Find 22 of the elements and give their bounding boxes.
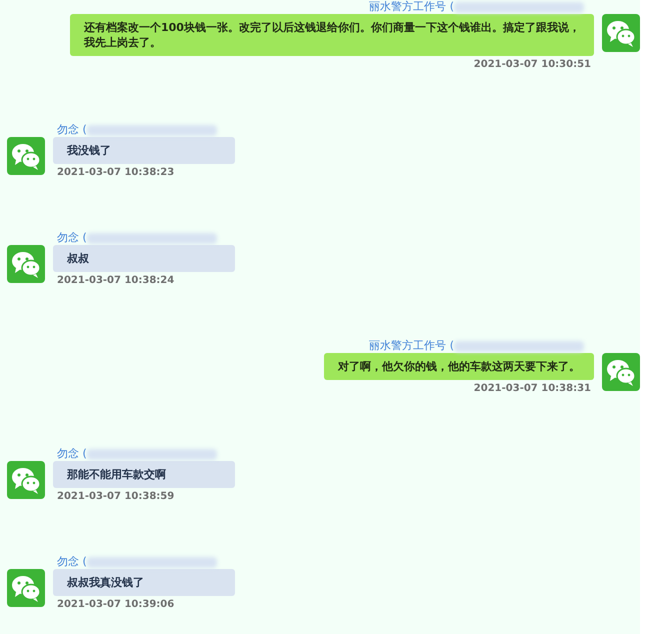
message-time: 2021-03-07 10:38:23 bbox=[56, 166, 174, 179]
message-bubble: 还有档案改一个100块钱一张。改完了以后这钱退给你们。你们商量一下这个钱谁出。搞定了跟我说，我先上岗去了。 bbox=[70, 14, 594, 56]
message-time: 2021-03-07 10:39:06 bbox=[56, 598, 174, 611]
sender-name: 勿念 ( bbox=[57, 554, 87, 570]
message-bubble: 那能不能用车款交啊 bbox=[53, 461, 235, 488]
sender-name: 勿念 ( bbox=[57, 446, 87, 462]
chat-app-avatar-icon bbox=[7, 245, 45, 283]
message-bubble: 对了啊，他欠你的钱，他的车款这两天要下来了。 bbox=[324, 353, 594, 380]
message-bubble: 我没钱了 bbox=[53, 137, 235, 164]
message-bubble: 叔叔我真没钱了 bbox=[53, 569, 235, 596]
sender-name: 勿念 ( bbox=[57, 122, 87, 138]
sender-name: 勿念 ( bbox=[57, 230, 87, 246]
message-time: 2021-03-07 10:38:59 bbox=[56, 490, 174, 503]
message-time: 2021-03-07 10:38:24 bbox=[56, 274, 174, 287]
chat-app-avatar-icon bbox=[7, 461, 45, 499]
message-time: 2021-03-07 10:30:51 bbox=[474, 58, 592, 71]
sender-name: 丽水警方工作号 ( bbox=[369, 0, 454, 15]
sender-name: 丽水警方工作号 ( bbox=[369, 338, 454, 354]
message-bubble: 叔叔 bbox=[53, 245, 235, 272]
chat-app-avatar-icon bbox=[7, 137, 45, 175]
message-time: 2021-03-07 10:38:31 bbox=[474, 382, 592, 395]
chat-app-avatar-icon bbox=[7, 569, 45, 607]
